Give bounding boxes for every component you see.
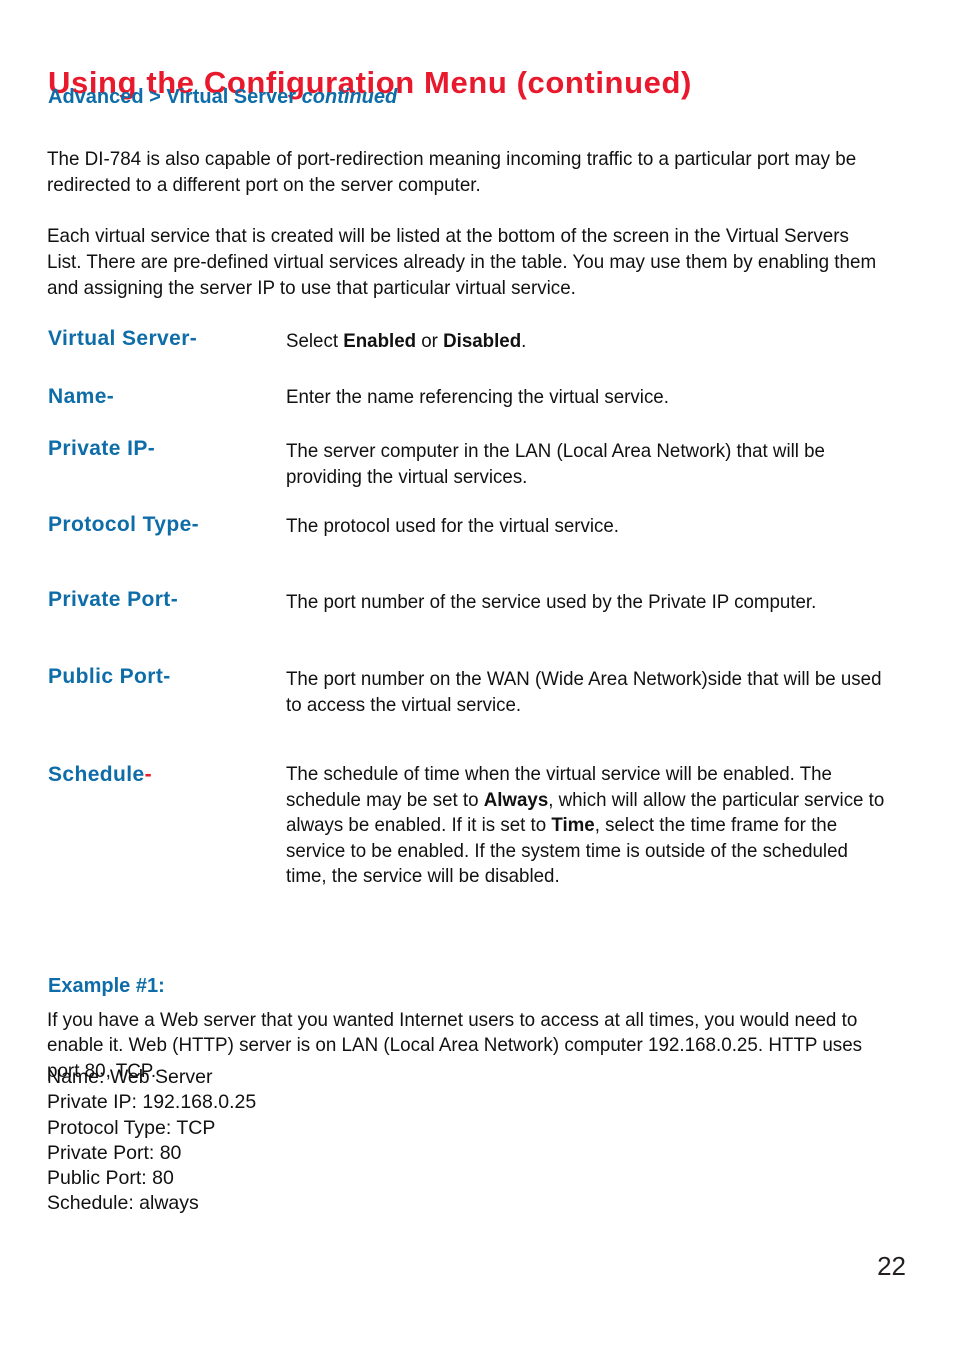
example-setting-line: Private Port: 80: [47, 1141, 182, 1164]
definition-term-label: Public Port: [48, 665, 164, 688]
breadcrumb-continued-label: continued: [301, 86, 398, 108]
definition-desc-emphasis: Always: [483, 788, 549, 811]
definition-term: Virtual Server-: [48, 327, 278, 351]
definition-term: Private IP-: [48, 437, 278, 461]
definition-description: The server computer in the LAN (Local Ar…: [286, 440, 825, 488]
definition-term-label: Protocol Type: [48, 513, 192, 536]
definition-description: The protocol used for the virtual servic…: [286, 515, 619, 537]
definition-description: The port number of the service used by t…: [286, 591, 817, 613]
example-heading: Example #1:: [48, 974, 165, 997]
definition-term-dash: -: [144, 763, 152, 786]
breadcrumb: Advanced > Virtual Server continued: [48, 86, 397, 109]
definition-term: Protocol Type-: [48, 513, 278, 537]
definition-desc-text: Select: [286, 330, 344, 352]
page-number: 22: [877, 1251, 906, 1281]
example-setting-line: Public Port: 80: [47, 1167, 174, 1190]
definition-term-dash: -: [191, 513, 200, 536]
intro-paragraph-2: Each virtual service that is created wil…: [47, 224, 877, 299]
example-setting-line: Schedule: always: [47, 1192, 199, 1215]
definition-term: Private Port-: [48, 588, 278, 612]
definition-term-dash: -: [147, 437, 156, 460]
example-setting-line: Name: Web Server: [47, 1066, 213, 1088]
definition-desc-text: or: [416, 330, 444, 352]
definition-term-label: Private IP: [48, 437, 148, 460]
intro-paragraph-1: The DI-784 is also capable of port-redir…: [47, 147, 857, 196]
definition-desc-text: .: [521, 330, 527, 352]
definition-term-dash: -: [106, 385, 115, 408]
definition-term-dash: -: [189, 327, 198, 350]
definition-term: Public Port-: [48, 665, 278, 689]
definition-description: The schedule of time when the virtual se…: [286, 762, 886, 890]
definition-term-dash: -: [170, 588, 179, 611]
example-setting-line: Private IP: 192.168.0.25: [47, 1091, 257, 1114]
breadcrumb-path: Advanced > Virtual Server: [48, 86, 302, 108]
definition-term-dash: -: [163, 665, 171, 688]
example-setting-line: Protocol Type: TCP: [47, 1116, 216, 1139]
definition-desc-emphasis: Disabled: [443, 330, 522, 352]
definition-description: Enter the name referencing the virtual s…: [286, 386, 669, 408]
definition-description: Select Enabled or Disabled.: [286, 329, 886, 355]
definition-term-label: Virtual Server: [48, 327, 190, 350]
document-page: Using the Configuration Menu (continued)…: [0, 0, 954, 1352]
definition-description: The port number on the WAN (Wide Area Ne…: [286, 668, 882, 716]
definition-term: Schedule-: [48, 763, 278, 787]
example-settings-list: Name: Web Server Private IP: 192.168.0.25…: [47, 1065, 547, 1217]
definition-term-label: Private Port: [48, 588, 171, 611]
definition-term-label: Schedule: [48, 763, 145, 786]
definition-desc-emphasis: Time: [551, 814, 595, 836]
definition-term-label: Name: [48, 385, 107, 408]
definition-term: Name-: [48, 385, 278, 409]
definition-desc-emphasis: Enabled: [343, 330, 417, 352]
